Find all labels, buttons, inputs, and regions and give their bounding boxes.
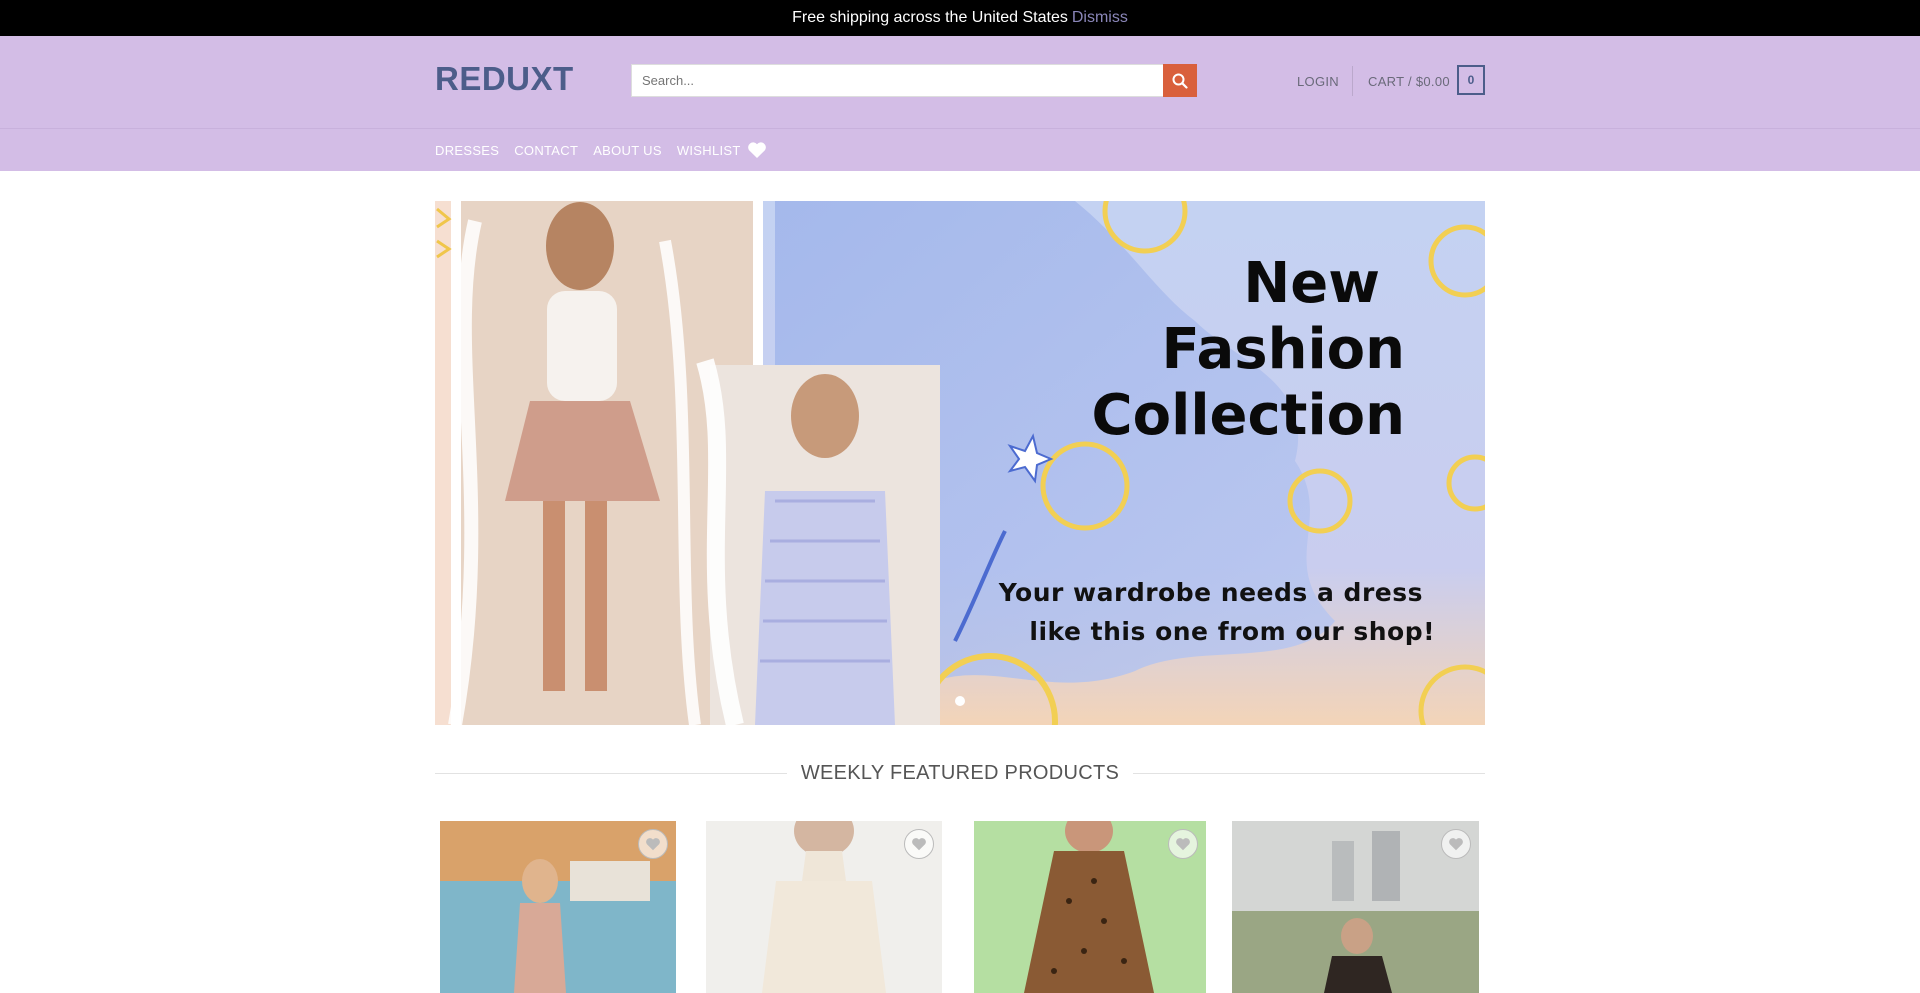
hero-title-line: Collection	[1091, 383, 1405, 448]
header-divider	[1352, 66, 1353, 96]
nav-item-label: DRESSES	[435, 142, 500, 158]
heart-outline-icon	[1449, 838, 1463, 851]
search-icon	[1172, 73, 1188, 89]
search-button[interactable]	[1163, 64, 1197, 97]
hero-tagline-line: Your wardrobe needs a dress	[998, 578, 1423, 607]
wishlist-button[interactable]	[1441, 829, 1471, 859]
main-nav: DRESSES CONTACT ABOUT US WISHLIST	[0, 128, 1920, 171]
product-card[interactable]	[1232, 821, 1479, 993]
divider	[435, 772, 787, 774]
heart-icon	[747, 142, 766, 158]
hero-tagline: Your wardrobe needs a dress like this on…	[995, 573, 1435, 651]
wishlist-button[interactable]	[1168, 829, 1198, 859]
section-title: WEEKLY FEATURED PRODUCTS	[800, 761, 1120, 784]
hero-title-line: New	[1243, 251, 1380, 316]
product-card[interactable]	[974, 821, 1206, 993]
hero-title: New Fashion Collection	[1025, 251, 1405, 449]
nav-item-label: ABOUT US	[593, 142, 662, 158]
site-header: REDUXT LOGIN CART / $0.00 0	[0, 36, 1920, 128]
hero-tagline-line: like this one from our shop!	[1029, 617, 1435, 646]
search-form	[631, 64, 1197, 97]
login-link[interactable]: LOGIN	[1297, 74, 1339, 89]
heart-outline-icon	[912, 838, 926, 851]
cart-count-badge[interactable]: 0	[1457, 65, 1485, 95]
nav-item-wishlist[interactable]: WISHLIST	[677, 141, 767, 159]
nav-item-dresses[interactable]: DRESSES	[435, 143, 499, 158]
slider-dot[interactable]	[955, 696, 965, 706]
heart-outline-icon	[646, 838, 660, 851]
cart-link[interactable]: CART / $0.00	[1368, 74, 1450, 89]
hero-title-line: Fashion	[1161, 317, 1406, 382]
wishlist-button[interactable]	[638, 829, 668, 859]
heart-outline-icon	[1176, 838, 1190, 851]
divider	[1133, 772, 1486, 774]
site-logo[interactable]: REDUXT	[435, 60, 574, 98]
nav-item-contact[interactable]: CONTACT	[514, 143, 578, 158]
search-input[interactable]	[631, 64, 1163, 97]
hero-banner[interactable]: New Fashion Collection Your wardrobe nee…	[435, 201, 1485, 725]
announcement-bar: Free shipping across the United States D…	[0, 0, 1920, 36]
section-heading: WEEKLY FEATURED PRODUCTS	[435, 758, 1486, 788]
announcement-text: Free shipping across the United States	[792, 9, 1068, 26]
product-card[interactable]	[706, 821, 942, 993]
dismiss-link[interactable]: Dismiss	[1072, 9, 1128, 27]
product-card[interactable]	[440, 821, 676, 993]
nav-item-label: WISHLIST	[676, 142, 741, 158]
nav-item-label: CONTACT	[514, 142, 579, 158]
wishlist-button[interactable]	[904, 829, 934, 859]
nav-item-about-us[interactable]: ABOUT US	[593, 143, 662, 158]
